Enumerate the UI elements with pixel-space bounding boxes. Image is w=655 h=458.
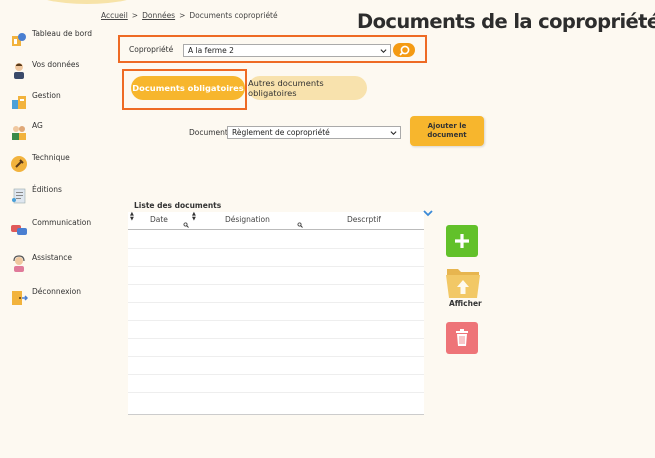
breadcrumb-separator: > — [179, 11, 186, 20]
table-row[interactable] — [128, 266, 424, 285]
sidebar-item-label: Éditions — [32, 185, 62, 194]
sidebar-item-vos-donnees[interactable]: Vos données — [10, 60, 110, 81]
sidebar-item-gestion[interactable]: Gestion — [10, 91, 110, 112]
table-row[interactable] — [128, 356, 424, 375]
sidebar-item-label: Communication — [32, 218, 92, 227]
dashboard-icon — [12, 33, 26, 46]
search-icon — [399, 45, 410, 56]
table-row[interactable] — [128, 392, 424, 410]
sidebar-item-label: Tableau de bord — [32, 29, 92, 38]
page-title: Documents de la copropriété — [357, 10, 655, 33]
document-select[interactable]: Règlement de copropriété — [227, 126, 401, 139]
chevron-down-icon[interactable] — [423, 209, 433, 217]
document-select-value: Règlement de copropriété — [232, 128, 330, 137]
add-document-label-line2: document — [427, 131, 467, 139]
add-document-button[interactable]: Ajouter le document — [410, 116, 484, 146]
sidebar-item-technique[interactable]: Technique — [10, 153, 110, 174]
sidebar-item-label: Technique — [32, 153, 70, 162]
user-icon — [14, 63, 24, 79]
assembly-icon — [12, 126, 26, 140]
copro-label: Copropriété — [129, 45, 174, 54]
document-label: Document — [189, 128, 228, 137]
column-header-descriptif[interactable]: Descrptif — [347, 215, 381, 224]
sidebar-item-communication[interactable]: Communication — [10, 218, 110, 239]
sidebar-item-tableau-de-bord[interactable]: Tableau de bord — [10, 29, 110, 50]
folder-upload-icon — [446, 269, 480, 298]
search-button[interactable] — [393, 43, 415, 57]
table-row[interactable] — [128, 284, 424, 303]
search-icon[interactable] — [183, 222, 189, 228]
sidebar-item-assistance[interactable]: Assistance — [10, 253, 110, 274]
column-header-designation[interactable]: Désignation — [225, 215, 270, 224]
table-row[interactable] — [128, 248, 424, 267]
add-document-label-line1: Ajouter le — [427, 122, 467, 130]
breadcrumb-separator: > — [131, 11, 139, 20]
chevron-down-icon — [380, 49, 387, 53]
trash-icon — [456, 329, 468, 346]
tab-documents-obligatoires[interactable]: Documents obligatoires — [131, 76, 245, 100]
sidebar-item-label: Déconnexion — [32, 287, 81, 296]
tab-autres-documents[interactable]: Autres documents obligatoires — [248, 76, 367, 100]
copro-select-value: A la ferme 2 — [188, 46, 234, 55]
sidebar-item-label: Vos données — [32, 60, 80, 69]
sidebar: Tableau de bord Vos données Gestion AG T… — [0, 0, 112, 458]
table-row[interactable] — [128, 230, 424, 249]
plus-icon — [455, 234, 469, 248]
sidebar-item-label: Gestion — [32, 91, 61, 100]
add-button[interactable] — [446, 225, 478, 257]
show-button[interactable] — [444, 266, 482, 302]
table-header: ▲ ▼ Date ▲ ▼ Désignation Descrptif — [128, 212, 424, 230]
search-icon[interactable] — [297, 222, 303, 228]
column-header-date[interactable]: Date — [150, 215, 168, 224]
table-row[interactable] — [128, 374, 424, 393]
show-label: Afficher — [449, 299, 482, 308]
sidebar-item-label: Assistance — [32, 253, 72, 262]
sidebar-item-deconnexion[interactable]: Déconnexion — [10, 287, 110, 308]
delete-button[interactable] — [446, 322, 478, 354]
technique-icon — [11, 156, 27, 172]
document-icon — [12, 188, 26, 204]
chat-icon — [11, 225, 27, 235]
sidebar-item-ag[interactable]: AG — [10, 121, 110, 142]
copro-select[interactable]: A la ferme 2 — [183, 44, 391, 57]
management-icon — [12, 96, 26, 109]
support-icon — [13, 255, 25, 272]
sidebar-item-editions[interactable]: Éditions — [10, 185, 110, 206]
table-row[interactable] — [128, 320, 424, 339]
logout-icon — [12, 291, 28, 305]
breadcrumb-current: Documents copropriété — [189, 11, 278, 20]
breadcrumb-data-link[interactable]: Données — [142, 11, 175, 20]
documents-table: ▲ ▼ Date ▲ ▼ Désignation Descrptif — [128, 212, 424, 415]
table-row[interactable] — [128, 338, 424, 357]
table-row[interactable] — [128, 302, 424, 321]
sidebar-item-label: AG — [32, 121, 43, 130]
sort-icon[interactable]: ▲ ▼ — [192, 212, 196, 222]
breadcrumb: Accueil > Données > Documents copropriété — [101, 11, 278, 20]
breadcrumb-home-link[interactable]: Accueil — [101, 11, 128, 20]
chevron-down-icon — [390, 131, 397, 135]
sort-icon[interactable]: ▲ ▼ — [130, 212, 134, 222]
list-title: Liste des documents — [134, 201, 222, 210]
